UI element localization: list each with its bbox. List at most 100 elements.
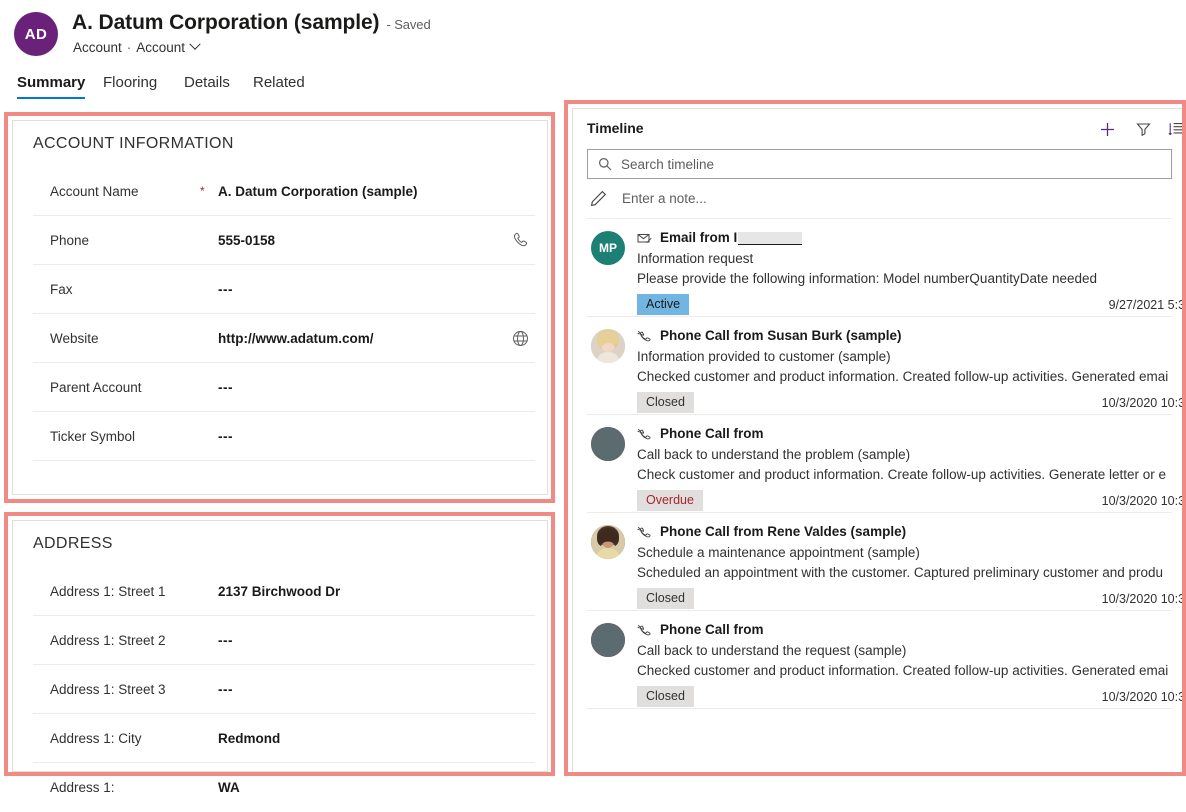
timeline-item-title[interactable]: Phone Call from Susan Burk (sample) bbox=[637, 327, 1170, 345]
account-field-list: Account Name*A. Datum Corporation (sampl… bbox=[33, 167, 535, 497]
field-value[interactable]: --- bbox=[218, 429, 505, 444]
enter-note-input[interactable]: Enter a note... bbox=[587, 179, 1172, 219]
avatar bbox=[591, 427, 625, 461]
timeline-item-body: Phone Call from Susan Burk (sample) Infor… bbox=[637, 327, 1172, 416]
search-timeline-input[interactable]: Search timeline bbox=[587, 149, 1172, 179]
breadcrumb-entity: Account bbox=[73, 40, 122, 55]
sort-list-icon[interactable] bbox=[1164, 115, 1186, 143]
timeline-item-date: 10/3/2020 10:33 bbox=[1102, 396, 1186, 410]
timeline-item-body: Email from I Information requestPlease pr… bbox=[637, 229, 1172, 318]
timeline-item-title[interactable]: Phone Call from bbox=[637, 621, 1170, 639]
avatar bbox=[591, 525, 625, 559]
search-timeline-placeholder: Search timeline bbox=[621, 157, 714, 172]
timeline-item-subject: Call back to understand the problem (sam… bbox=[637, 445, 1170, 465]
timeline-item-subject: Call back to understand the request (sam… bbox=[637, 641, 1170, 661]
timeline-item-footer: Closed10/3/2020 10:33 bbox=[637, 588, 1170, 612]
chevron-down-icon[interactable] bbox=[189, 39, 200, 50]
timeline-item-subject: Information request bbox=[637, 249, 1170, 269]
timeline-item[interactable]: Phone Call from Rene Valdes (sample) Sche… bbox=[587, 513, 1172, 611]
field-label: Address 1: City bbox=[33, 731, 200, 746]
tab-related[interactable]: Related bbox=[253, 74, 305, 99]
status-badge: Active bbox=[637, 294, 689, 315]
timeline-item[interactable]: Phone Call from Call back to understand t… bbox=[587, 611, 1172, 709]
timeline-item-body: Phone Call from Call back to understand t… bbox=[637, 425, 1172, 514]
timeline-item-date: 10/3/2020 10:33 bbox=[1102, 494, 1186, 508]
timeline-header: Timeline bbox=[573, 109, 1186, 149]
field-label: Website bbox=[33, 331, 200, 346]
avatar bbox=[591, 623, 625, 657]
address-field-list: Address 1: Street 12137 Birchwood Dr Addr… bbox=[33, 567, 535, 812]
timeline-item[interactable]: Phone Call from Susan Burk (sample) Infor… bbox=[587, 317, 1172, 415]
redacted-name-block bbox=[738, 232, 802, 245]
timeline-item-title-text: Phone Call from bbox=[660, 621, 764, 639]
tab-details[interactable]: Details bbox=[184, 74, 230, 99]
section-title-address: ADDRESS bbox=[33, 535, 113, 553]
field-row: Fax --- bbox=[33, 265, 535, 314]
timeline-item-title-text: Phone Call from bbox=[660, 425, 764, 443]
record-header: AD A. Datum Corporation (sample)- Saved … bbox=[0, 0, 1186, 72]
address-section: ADDRESS Address 1: Street 12137 Birchwoo… bbox=[12, 520, 548, 772]
page-title: A. Datum Corporation (sample)- Saved bbox=[72, 11, 431, 35]
page-title-text: A. Datum Corporation (sample) bbox=[72, 11, 379, 34]
field-row: Account Name*A. Datum Corporation (sampl… bbox=[33, 167, 535, 216]
required-indicator: * bbox=[200, 184, 218, 198]
timeline-item-preview: Checked customer and product information… bbox=[637, 661, 1170, 681]
field-row: Website http://www.adatum.com/ bbox=[33, 314, 535, 363]
timeline-item-subject: Information provided to customer (sample… bbox=[637, 347, 1170, 367]
timeline-item[interactable]: MPEmail from IInformation requestPlease … bbox=[587, 219, 1172, 317]
timeline-item-title[interactable]: Phone Call from bbox=[637, 425, 1170, 443]
field-value[interactable]: Redmond bbox=[218, 731, 505, 746]
tab-summary[interactable]: Summary bbox=[17, 74, 85, 99]
add-record-icon[interactable] bbox=[1092, 115, 1122, 143]
status-badge: Closed bbox=[637, 686, 694, 707]
timeline-item[interactable]: Phone Call from Call back to understand t… bbox=[587, 415, 1172, 513]
field-value[interactable]: A. Datum Corporation (sample) bbox=[218, 184, 505, 199]
breadcrumb: Account · Account bbox=[73, 40, 199, 55]
timeline-item-preview: Please provide the following information… bbox=[637, 269, 1170, 289]
field-label: Address 1: Street 2 bbox=[33, 633, 200, 648]
field-value[interactable]: 2137 Birchwood Dr bbox=[218, 584, 505, 599]
timeline-item-subject: Schedule a maintenance appointment (samp… bbox=[637, 543, 1170, 563]
timeline-item-title[interactable]: Phone Call from Rene Valdes (sample) bbox=[637, 523, 1170, 541]
timeline-item-body: Phone Call from Call back to understand t… bbox=[637, 621, 1172, 710]
field-label: Address 1: bbox=[33, 780, 200, 795]
breadcrumb-form[interactable]: Account bbox=[136, 40, 185, 55]
field-row: Address 1: City Redmond bbox=[33, 714, 535, 763]
timeline-item-footer: Active9/27/2021 5:31 bbox=[637, 294, 1170, 318]
field-value[interactable]: --- bbox=[218, 380, 505, 395]
field-value[interactable]: --- bbox=[218, 682, 505, 697]
phone-icon bbox=[637, 428, 652, 441]
search-icon bbox=[598, 157, 612, 171]
record-avatar: AD bbox=[14, 12, 58, 56]
timeline-item-preview: Scheduled an appointment with the custom… bbox=[637, 563, 1170, 583]
field-label: Fax bbox=[33, 282, 200, 297]
field-row: Address 1: Street 12137 Birchwood Dr bbox=[33, 567, 535, 616]
phone-icon[interactable] bbox=[505, 231, 535, 250]
timeline-item-title-text: Phone Call from Rene Valdes (sample) bbox=[660, 523, 906, 541]
timeline-item-date: 10/3/2020 10:33 bbox=[1102, 690, 1186, 704]
timeline-item-title[interactable]: Email from I bbox=[637, 229, 1170, 247]
breadcrumb-separator: · bbox=[127, 40, 132, 55]
email-icon bbox=[637, 232, 652, 245]
enter-note-placeholder: Enter a note... bbox=[622, 191, 707, 206]
avatar bbox=[591, 329, 625, 363]
field-label: Ticker Symbol bbox=[33, 429, 200, 444]
form-tabs: Summary Flooring Details Related bbox=[0, 74, 1186, 106]
field-value[interactable]: WA bbox=[218, 780, 505, 795]
tab-flooring[interactable]: Flooring bbox=[103, 74, 157, 99]
timeline-item-title-text: Email from I bbox=[660, 229, 737, 247]
globe-icon[interactable] bbox=[505, 329, 535, 348]
account-information-section: ACCOUNT INFORMATION Account Name*A. Datu… bbox=[12, 120, 548, 495]
filter-icon[interactable] bbox=[1128, 115, 1158, 143]
timeline-item-footer: Closed10/3/2020 10:33 bbox=[637, 392, 1170, 416]
field-value[interactable]: http://www.adatum.com/ bbox=[218, 331, 505, 346]
field-row: Address 1: Street 3--- bbox=[33, 665, 535, 714]
field-value[interactable]: --- bbox=[218, 282, 505, 297]
timeline-panel: Timeline Search timeline Enter a n bbox=[572, 108, 1186, 776]
timeline-item-title-text: Phone Call from Susan Burk (sample) bbox=[660, 327, 902, 345]
field-value[interactable]: 555-0158 bbox=[218, 233, 505, 248]
field-value[interactable]: --- bbox=[218, 633, 505, 648]
field-row: Parent Account--- bbox=[33, 363, 535, 412]
pencil-icon bbox=[589, 189, 608, 208]
timeline-item-date: 10/3/2020 10:33 bbox=[1102, 592, 1186, 606]
